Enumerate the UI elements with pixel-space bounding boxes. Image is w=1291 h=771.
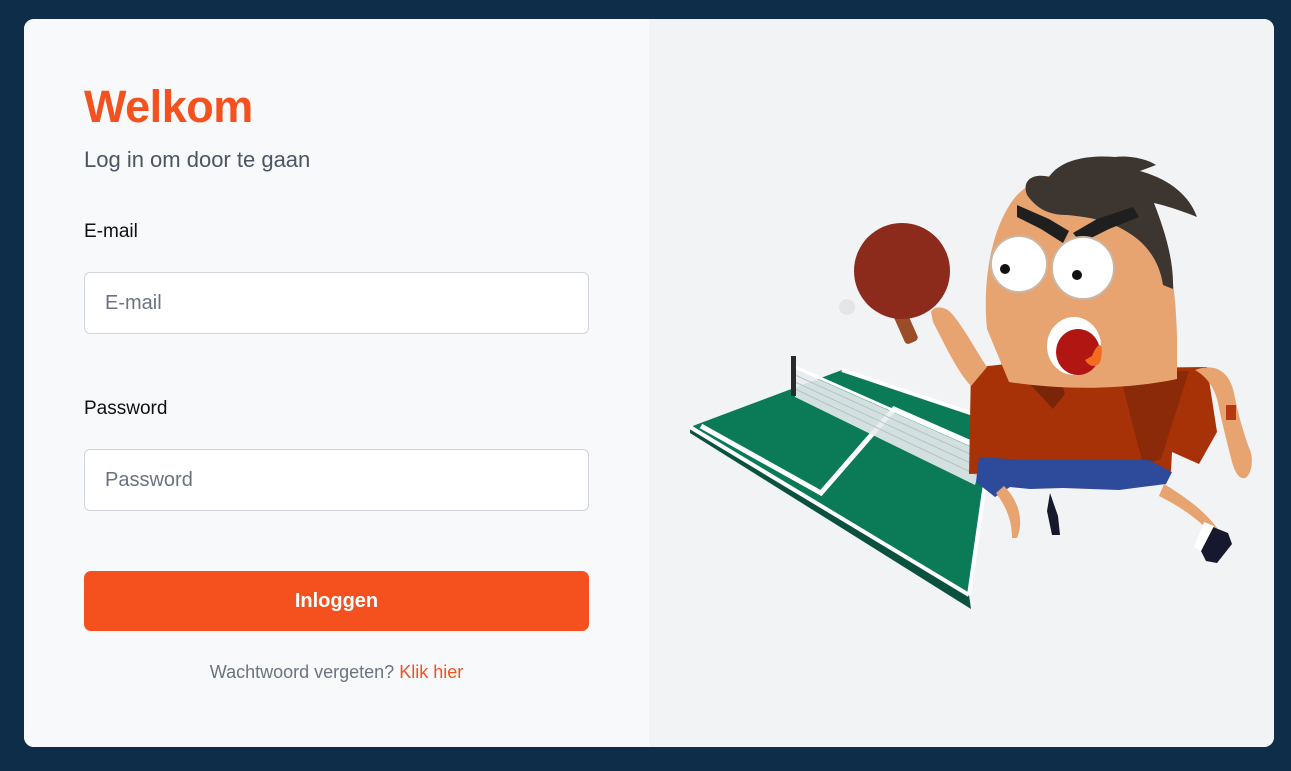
left-eye-icon [990,235,1048,293]
forgot-password-link[interactable]: Klik hier [399,662,463,682]
page-subtitle: Log in om door te gaan [84,147,311,172]
illustration-panel [649,19,1274,747]
ball-icon [839,299,855,315]
forgot-password-text: Wachtwoord vergeten? [209,662,395,682]
page-title: Welkom [84,81,253,132]
right-eye-icon [1051,236,1115,300]
login-panel: Welkom Log in om door te gaan E-mail Pas… [24,19,649,747]
login-card: Welkom Log in om door te gaan E-mail Pas… [24,19,1274,747]
forgot-password: Wachtwoord vergeten? Klik hier [84,662,589,683]
email-field[interactable] [84,272,589,334]
login-button[interactable]: Inloggen [84,571,589,631]
password-label: Password [84,398,168,419]
password-field[interactable] [84,449,589,511]
paddle-icon [854,223,950,319]
email-label: E-mail [84,221,138,242]
ping-pong-player-illustration-icon [688,156,1252,609]
